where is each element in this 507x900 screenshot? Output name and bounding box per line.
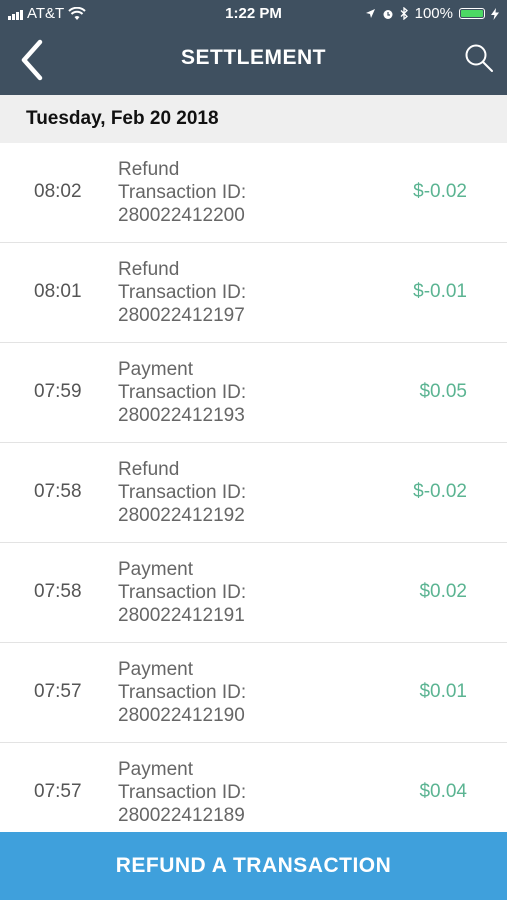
transaction-id: 280022412200: [118, 205, 245, 226]
transaction-type: Payment: [118, 559, 193, 580]
transaction-type: Refund: [118, 259, 180, 280]
nav-header: AT&T 1:22 PM 100% SETTLEMENT: [0, 0, 507, 95]
transaction-id: 280022412191: [118, 605, 245, 626]
transaction-id: 280022412193: [118, 405, 245, 426]
transaction-time: 07:59: [34, 381, 82, 402]
transaction-info: Payment Transaction ID: 280022412191: [118, 558, 246, 627]
transaction-type: Payment: [118, 759, 193, 780]
transaction-row[interactable]: 08:02 Refund Transaction ID: 28002241220…: [0, 143, 507, 243]
status-bar: AT&T 1:22 PM 100%: [0, 0, 507, 28]
transaction-time: 07:57: [34, 781, 82, 802]
transaction-id-label: Transaction ID:: [118, 682, 247, 703]
transaction-info: Refund Transaction ID: 280022412192: [118, 458, 246, 527]
transaction-time: 07:57: [34, 681, 82, 702]
transaction-type: Payment: [118, 359, 193, 380]
refund-transaction-button[interactable]: REFUND A TRANSACTION: [0, 832, 507, 900]
alarm-icon: [383, 9, 393, 19]
transaction-id-label: Transaction ID:: [118, 382, 247, 403]
transaction-time: 08:01: [34, 281, 82, 302]
transaction-amount: $-0.01: [413, 281, 467, 302]
transaction-list[interactable]: 08:02 Refund Transaction ID: 28002241220…: [0, 143, 507, 833]
transaction-amount: $-0.02: [413, 181, 467, 202]
status-right: 100%: [365, 5, 499, 22]
transaction-id-label: Transaction ID:: [118, 782, 247, 803]
transaction-amount: $0.02: [419, 581, 467, 602]
transaction-type: Payment: [118, 659, 193, 680]
battery-percent: 100%: [414, 5, 453, 22]
transaction-id-label: Transaction ID:: [118, 482, 247, 503]
transaction-amount: $0.04: [419, 781, 467, 802]
location-arrow-icon: [365, 9, 375, 18]
search-icon: [465, 44, 493, 72]
transaction-id-label: Transaction ID:: [118, 182, 247, 203]
transaction-row[interactable]: 07:58 Payment Transaction ID: 2800224121…: [0, 543, 507, 643]
transaction-time: 08:02: [34, 181, 82, 202]
transaction-amount: $0.05: [419, 381, 467, 402]
transaction-type: Refund: [118, 459, 180, 480]
search-button[interactable]: [463, 42, 495, 74]
battery-icon: [459, 8, 485, 19]
transaction-id-label: Transaction ID:: [118, 582, 247, 603]
bluetooth-icon: [400, 7, 408, 20]
transaction-id: 280022412197: [118, 305, 245, 326]
transaction-row[interactable]: 08:01 Refund Transaction ID: 28002241219…: [0, 243, 507, 343]
transaction-time: 07:58: [34, 581, 82, 602]
charging-bolt-icon: [491, 7, 499, 20]
date-label: Tuesday, Feb 20 2018: [26, 108, 219, 129]
transaction-row[interactable]: 07:59 Payment Transaction ID: 2800224121…: [0, 343, 507, 443]
transaction-id-label: Transaction ID:: [118, 282, 247, 303]
transaction-row[interactable]: 07:57 Payment Transaction ID: 2800224121…: [0, 743, 507, 833]
transaction-info: Refund Transaction ID: 280022412197: [118, 258, 246, 327]
transaction-id: 280022412189: [118, 805, 245, 826]
transaction-id: 280022412190: [118, 705, 245, 726]
transaction-row[interactable]: 07:57 Payment Transaction ID: 2800224121…: [0, 643, 507, 743]
transaction-info: Payment Transaction ID: 280022412193: [118, 358, 246, 427]
transaction-id: 280022412192: [118, 505, 245, 526]
transaction-amount: $-0.02: [413, 481, 467, 502]
transaction-info: Payment Transaction ID: 280022412190: [118, 658, 246, 727]
transaction-time: 07:58: [34, 481, 82, 502]
transaction-info: Payment Transaction ID: 280022412189: [118, 758, 246, 827]
transaction-info: Refund Transaction ID: 280022412200: [118, 158, 246, 227]
transaction-amount: $0.01: [419, 681, 467, 702]
page-title: SETTLEMENT: [181, 46, 326, 69]
transaction-row[interactable]: 07:58 Refund Transaction ID: 28002241219…: [0, 443, 507, 543]
date-section-header: Tuesday, Feb 20 2018: [0, 95, 507, 143]
transaction-type: Refund: [118, 159, 180, 180]
